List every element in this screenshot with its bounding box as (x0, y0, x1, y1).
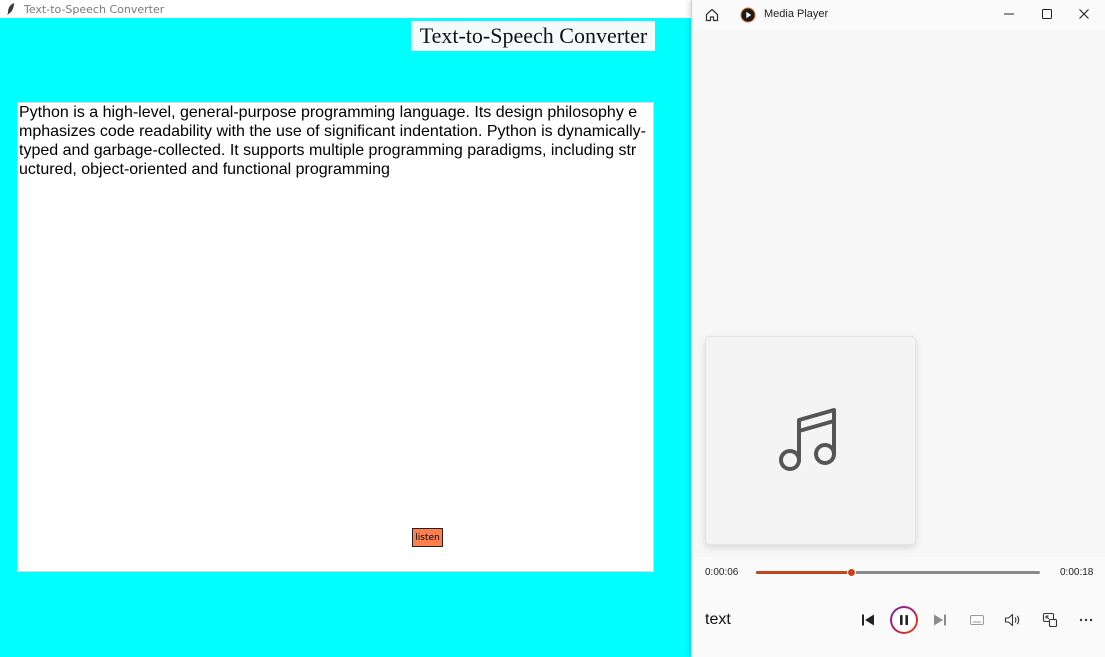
text-line: uctured, object-oriented and functional … (19, 161, 390, 178)
volume-icon[interactable] (1003, 610, 1023, 630)
tk-window-title: Text-to-Speech Converter (24, 2, 165, 16)
media-player-logo-icon (740, 7, 756, 23)
total-time: 0:00:18 (1060, 567, 1094, 578)
pause-button[interactable] (890, 606, 918, 634)
tk-title-bar: Text-to-Speech Converter (0, 0, 692, 18)
captions-icon[interactable] (967, 610, 987, 630)
text-line: typed and garbage-collected. It supports… (19, 142, 637, 159)
page-title: Text-to-Speech Converter (411, 21, 655, 51)
media-player-window: Media Player 0:00:06 0:00:18 text (691, 0, 1105, 657)
pause-icon (900, 615, 908, 625)
current-time: 0:00:06 (705, 567, 739, 578)
seek-bar-thumb[interactable] (846, 568, 856, 577)
text-line: mphasizes code readability with the use … (19, 123, 646, 140)
text-input-area[interactable]: Python is a high-level, general-purpose … (17, 102, 654, 572)
text-line: Python is a high-level, general-purpose … (19, 104, 638, 121)
music-note-icon (778, 402, 844, 479)
album-art (705, 336, 916, 545)
seek-bar[interactable] (756, 568, 1040, 577)
mini-player-icon[interactable] (1040, 610, 1060, 630)
previous-track-icon[interactable] (858, 610, 878, 630)
media-player-title-bar: Media Player (692, 0, 1105, 30)
feather-icon (6, 3, 20, 15)
media-player-title: Media Player (764, 8, 829, 20)
next-track-icon[interactable] (930, 610, 950, 630)
close-icon[interactable] (1076, 6, 1092, 22)
home-icon[interactable] (704, 7, 720, 23)
tk-app-body: Text-to-Speech Converter Python is a hig… (0, 18, 692, 657)
minimize-icon[interactable] (1001, 6, 1017, 22)
maximize-icon[interactable] (1039, 6, 1055, 22)
seek-bar-progress (756, 571, 851, 574)
listen-button[interactable]: listen (412, 528, 443, 547)
track-title: text (705, 611, 731, 628)
more-options-icon[interactable] (1076, 610, 1096, 630)
